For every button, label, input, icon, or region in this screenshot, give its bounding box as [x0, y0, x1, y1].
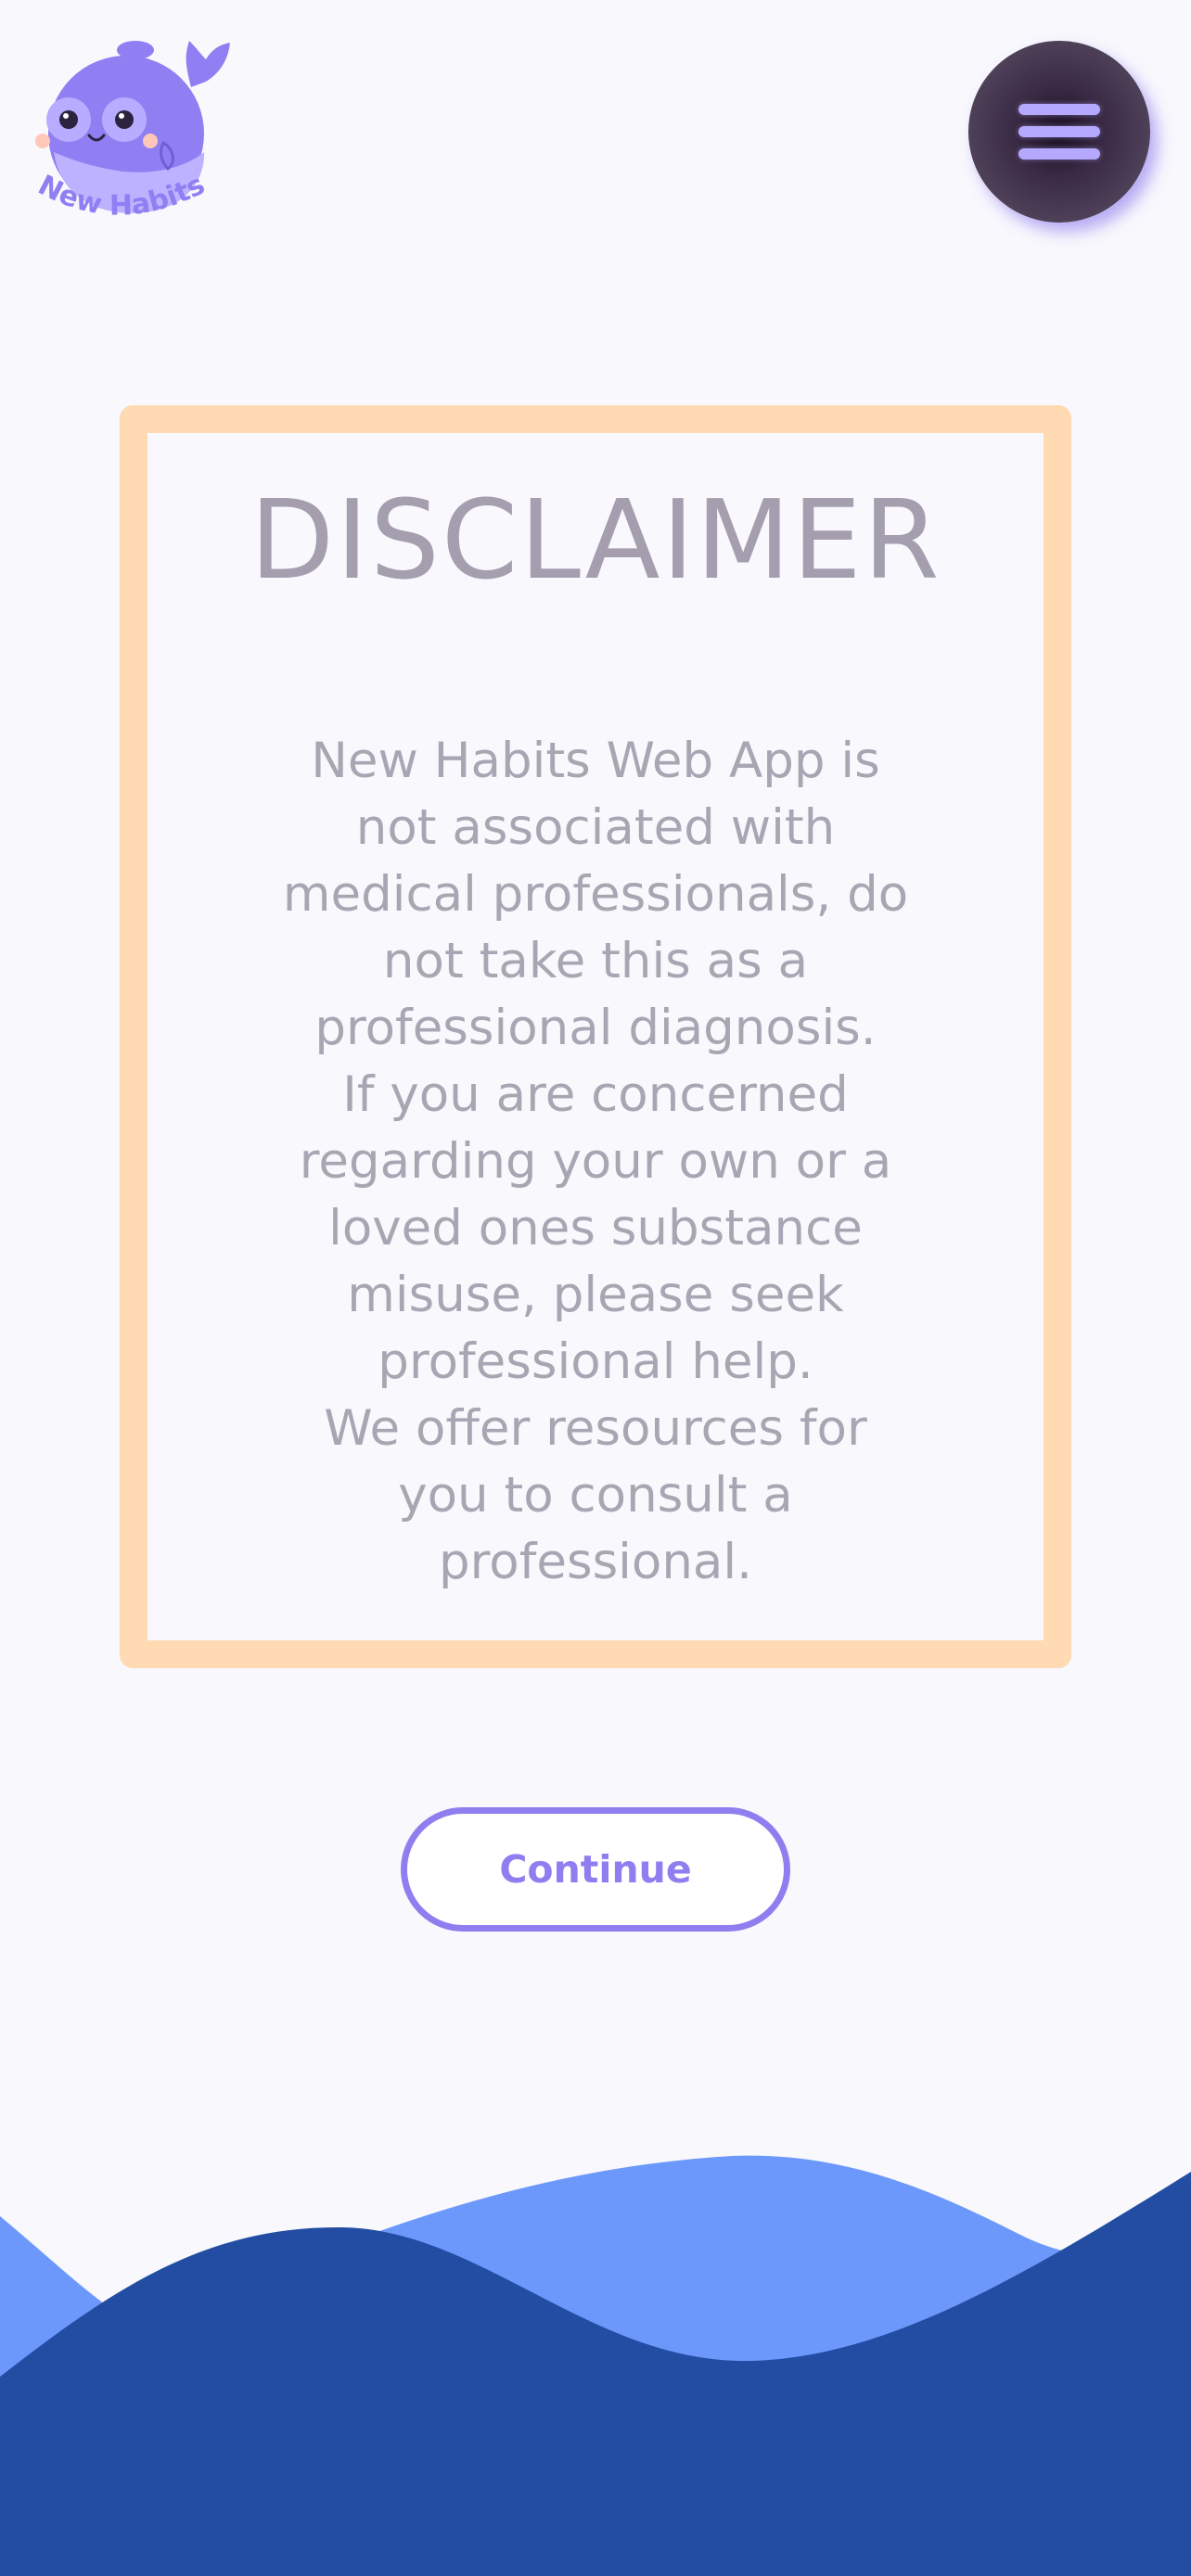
disclaimer-card: DISCLAIMER New Habits Web App is not ass… [120, 405, 1071, 1668]
whale-logo-icon: New Habits [32, 41, 230, 223]
disclaimer-body: New Habits Web App is not associated wit… [282, 733, 909, 1590]
new-habits-logo[interactable]: New Habits [24, 32, 237, 245]
continue-button[interactable]: Continue [401, 1807, 790, 1932]
wave-decoration [0, 2114, 1191, 2576]
menu-button[interactable] [968, 41, 1150, 223]
disclaimer-title: DISCLAIMER [250, 476, 941, 604]
